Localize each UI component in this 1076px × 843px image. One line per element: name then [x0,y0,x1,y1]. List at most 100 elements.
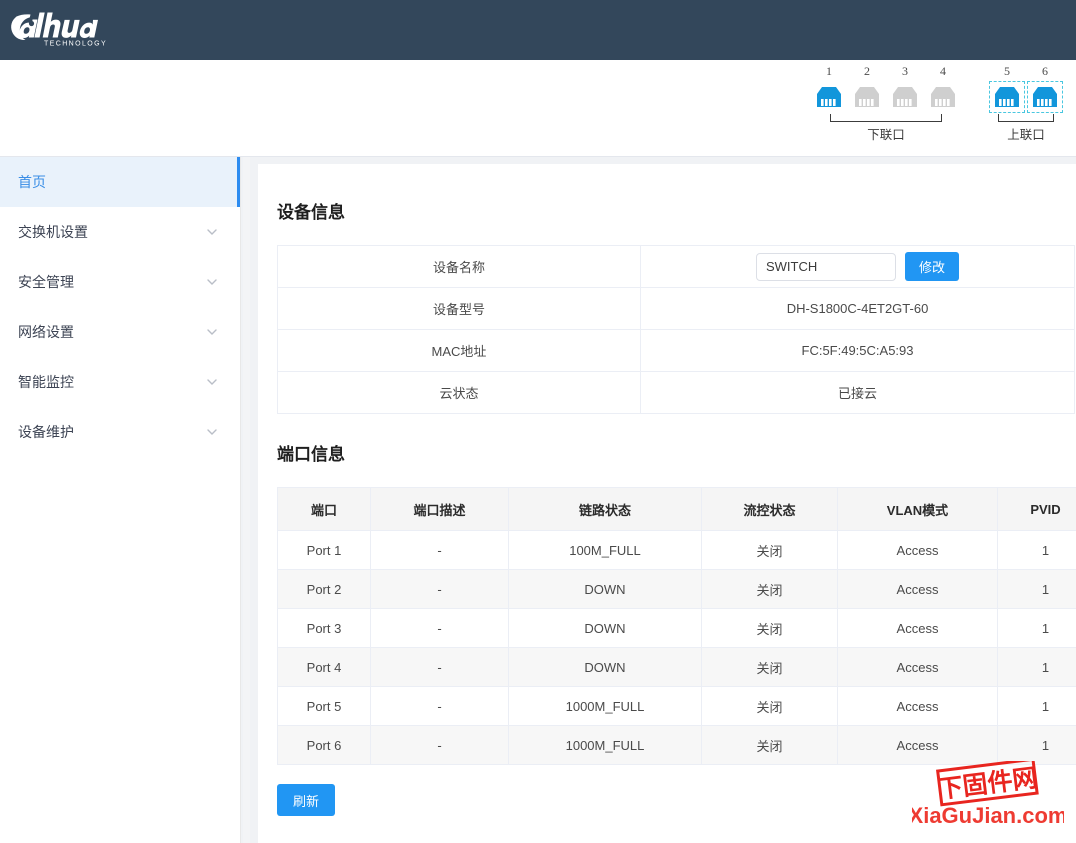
port-cell-1[interactable]: 1 [811,64,847,113]
column-header-vlan-mode: VLAN模式 [837,487,998,531]
rj45-port-icon-6[interactable] [1027,81,1063,113]
cell-flow-control: 关闭 [701,725,838,765]
rj45-port-icon-3[interactable] [887,81,923,113]
uplink-label: 上联口 [1007,128,1045,142]
cell-link-status: DOWN [508,608,702,648]
cloud-status-label: 云状态 [277,371,641,414]
device-info-table: 设备名称 修改 设备型号 DH-S1800C-4ET2GT-60 [277,245,1075,414]
svg-text:TECHNOLOGY: TECHNOLOGY [44,41,107,48]
sidebar-scrollbar[interactable] [243,157,250,843]
bracket-line [998,114,1054,122]
chevron-down-icon [206,426,218,438]
downlink-bracket: 下联口 [810,114,962,143]
cell-description: - [370,647,509,687]
cell-link-status: DOWN [508,647,702,687]
cell-flow-control: 关闭 [701,647,838,687]
chevron-down-icon [206,276,218,288]
cell-pvid: 1 [997,686,1076,726]
rj45-port-icon-4[interactable] [925,81,961,113]
uplink-bracket: 上联口 [988,114,1064,143]
cell-port: Port 2 [277,569,371,609]
port-cell-5[interactable]: 5 [989,64,1025,113]
chevron-down-icon [206,376,218,388]
mac-address-value: FC:5F:49:5C:A5:93 [640,329,1075,372]
port-cell-6[interactable]: 6 [1027,64,1063,113]
cell-link-status: DOWN [508,569,702,609]
cell-pvid: 1 [997,569,1076,609]
sidebar-item-label: 设备维护 [18,424,74,440]
device-model-value: DH-S1800C-4ET2GT-60 [640,287,1075,330]
mac-address-label: MAC地址 [277,329,641,372]
cell-vlan-mode: Access [837,686,998,726]
sidebar-item-switch-settings[interactable]: 交换机设置 [0,207,240,257]
column-header-link-status: 链路状态 [508,487,702,531]
table-header-row: 端口 端口描述 链路状态 流控状态 VLAN模式 PVID [277,487,1076,531]
column-header-flow-control: 流控状态 [701,487,838,531]
downlink-label: 下联口 [867,128,905,142]
sidebar-item-network-settings[interactable]: 网络设置 [0,307,240,357]
cell-vlan-mode: Access [837,647,998,687]
port-number-label: 1 [826,64,832,78]
rj45-port-icon-5[interactable] [989,81,1025,113]
port-info-title: 端口信息 [277,445,345,464]
port-number-label: 2 [864,64,870,78]
port-number-label: 6 [1042,64,1048,78]
table-row: Port 3 - DOWN 关闭 Access 1 [277,608,1076,648]
device-model-label: 设备型号 [277,287,641,330]
port-number-label: 5 [1004,64,1010,78]
port-cell-2[interactable]: 2 [849,64,885,113]
cell-vlan-mode: Access [837,530,998,570]
cell-link-status: 100M_FULL [508,530,702,570]
cell-port: Port 6 [277,725,371,765]
cell-pvid: 1 [997,647,1076,687]
sidebar-item-label: 安全管理 [18,274,74,290]
port-cell-4[interactable]: 4 [925,64,961,113]
cell-pvid: 1 [997,725,1076,765]
cloud-status-value: 已接云 [640,371,1075,414]
cell-flow-control: 关闭 [701,686,838,726]
device-info-title: 设备信息 [277,203,345,222]
port-diagram: 1 2 3 4 5 6 下联口 上联口 [810,64,1064,143]
uplink-port-group: 5 6 [988,64,1064,113]
cell-link-status: 1000M_FULL [508,686,702,726]
cell-pvid: 1 [997,608,1076,648]
table-row: Port 4 - DOWN 关闭 Access 1 [277,647,1076,687]
cell-description: - [370,725,509,765]
table-row: MAC地址 FC:5F:49:5C:A5:93 [277,329,1075,372]
cell-port: Port 3 [277,608,371,648]
table-row: 设备型号 DH-S1800C-4ET2GT-60 [277,287,1075,330]
sidebar-item-label: 智能监控 [18,374,74,390]
refresh-button[interactable]: 刷新 [277,784,336,816]
sidebar-item-smart-monitoring[interactable]: 智能监控 [0,357,240,407]
port-cell-3[interactable]: 3 [887,64,923,113]
port-status-panel: 1 2 3 4 5 6 下联口 上联口 [0,60,1076,157]
cell-port: Port 1 [277,530,371,570]
device-name-label: 设备名称 [277,245,641,288]
app-header: TECHNOLOGY [0,0,1076,60]
chevron-down-icon [206,326,218,338]
table-row: Port 1 - 100M_FULL 关闭 Access 1 [277,530,1076,570]
table-row: Port 2 - DOWN 关闭 Access 1 [277,569,1076,609]
cell-port: Port 5 [277,686,371,726]
body-area: 首页 交换机设置 安全管理 网络设置 智能监控 设备维护 设备信息 设备名称 S… [0,157,1076,843]
cell-vlan-mode: Access [837,569,998,609]
cell-vlan-mode: Access [837,608,998,648]
modify-button[interactable]: 修改 [904,252,959,281]
device-name-input[interactable] [755,252,896,281]
rj45-port-icon-2[interactable] [849,81,885,113]
cell-description: - [370,569,509,609]
sidebar-item-home[interactable]: 首页 [0,157,240,207]
sidebar-item-device-maintenance[interactable]: 设备维护 [0,407,240,457]
sidebar-nav: 首页 交换机设置 安全管理 网络设置 智能监控 设备维护 [0,157,241,843]
cell-vlan-mode: Access [837,725,998,765]
sidebar-item-security-management[interactable]: 安全管理 [0,257,240,307]
port-icon-row: 1 2 3 4 5 6 [810,64,1064,113]
cell-description: - [370,608,509,648]
downlink-port-group: 1 2 3 4 [810,64,962,113]
table-row: Port 5 - 1000M_FULL 关闭 Access 1 [277,686,1076,726]
column-header-pvid: PVID [997,487,1076,531]
cell-link-status: 1000M_FULL [508,725,702,765]
rj45-port-icon-1[interactable] [811,81,847,113]
cell-flow-control: 关闭 [701,569,838,609]
dahua-logo-icon: TECHNOLOGY [10,12,122,48]
